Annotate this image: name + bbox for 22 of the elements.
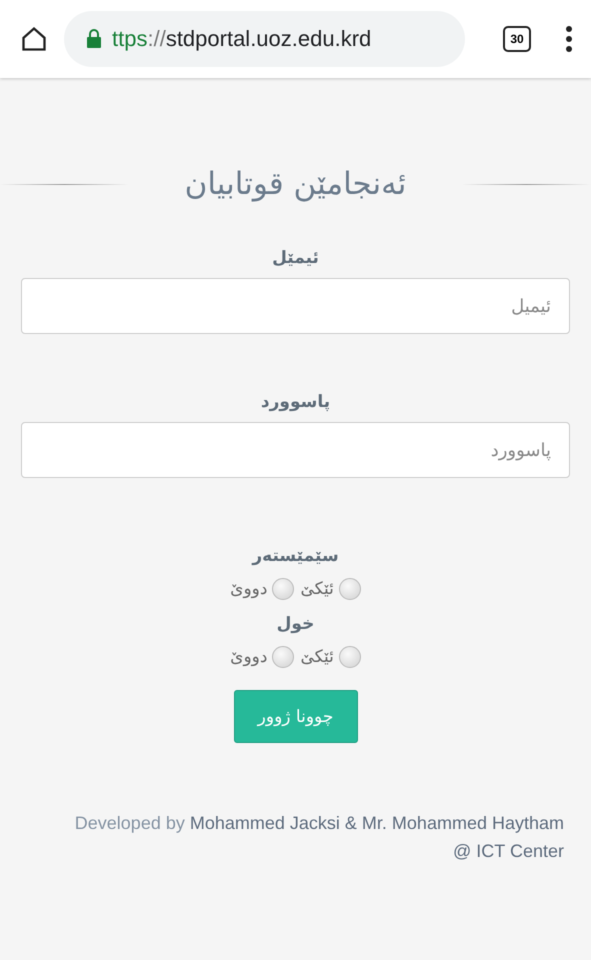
radio-label: دووێ: [230, 647, 268, 667]
radio-label: ئێکێ: [300, 579, 334, 599]
radio-button[interactable]: [338, 646, 361, 668]
tab-count-button[interactable]: 30: [503, 26, 531, 52]
group-label: سێمێستەر: [252, 546, 339, 566]
page-title: ئەنجامێن قوتابیان: [184, 166, 408, 202]
input-field[interactable]: ئیمیل: [21, 278, 570, 334]
field-label: پاسوورد: [260, 392, 332, 412]
url-text: ttps://stdportal.uoz.edu.krd: [112, 26, 372, 52]
radio-button[interactable]: [338, 578, 361, 600]
radio-button[interactable]: [272, 646, 294, 668]
radio-label: ئێکێ: [300, 647, 334, 667]
radio-button[interactable]: [272, 578, 294, 600]
group-label: خول: [276, 614, 314, 634]
more-icon[interactable]: [565, 26, 573, 52]
input-field[interactable]: پاسوورد: [21, 422, 570, 478]
lock-icon: [86, 29, 102, 49]
radio-label: دووێ: [230, 579, 268, 599]
address-bar[interactable]: ttps://stdportal.uoz.edu.krd: [64, 11, 465, 67]
home-icon[interactable]: [20, 25, 48, 53]
footer-credit: Developed by Mohammed Jacksi & Mr. Mohammed Haytham @ ICT Center: [74, 812, 564, 863]
field-label: ئیمێل: [271, 248, 320, 268]
